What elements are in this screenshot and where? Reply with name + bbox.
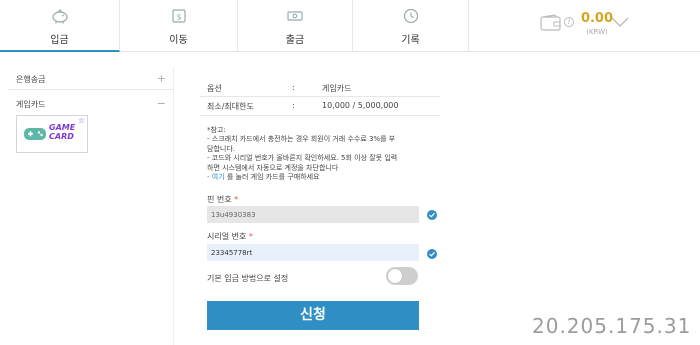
wallet-icon bbox=[540, 14, 561, 31]
serial-label: 시리얼 번호 * bbox=[207, 232, 253, 241]
divider bbox=[200, 96, 440, 97]
tab-withdraw[interactable]: 출금 bbox=[238, 0, 353, 52]
sidebar-item-label: 은행송금 bbox=[16, 75, 46, 84]
tab-label: 기록 bbox=[401, 35, 420, 46]
piggy-bank-icon bbox=[51, 9, 68, 24]
pin-input[interactable] bbox=[207, 206, 419, 223]
chevron-down-icon[interactable] bbox=[611, 16, 629, 28]
toggle-knob bbox=[388, 269, 402, 283]
notice-text: *참고: - 스크래치 카드에서 충전하는 경우 회원이 거래 수수료 3%를 … bbox=[207, 126, 398, 182]
balance-currency: (KRW) bbox=[586, 28, 608, 36]
sidebar-item-game-card[interactable]: 게임카드 − bbox=[16, 97, 166, 110]
tab-label: 출금 bbox=[285, 35, 305, 46]
default-method-toggle[interactable] bbox=[386, 267, 418, 285]
expand-plus-icon[interactable]: + bbox=[157, 72, 166, 85]
serial-valid-check-icon bbox=[427, 249, 437, 259]
tab-transfer[interactable]: $ 이동 bbox=[120, 0, 238, 52]
pin-valid-check-icon bbox=[427, 210, 437, 220]
ip-watermark: 20.205.175.31 bbox=[532, 314, 692, 338]
tab-deposit[interactable]: 입금 bbox=[0, 0, 120, 52]
top-navigation: 입금 $ 이동 출금 기록 i 0.00 (KRW) bbox=[0, 0, 700, 52]
limit-value: 10,000 / 5,000,000 bbox=[322, 101, 399, 110]
tab-label: 이동 bbox=[169, 35, 188, 46]
buy-card-link[interactable]: - 여기 bbox=[207, 173, 225, 181]
balance-dropdown[interactable]: i 0.00 (KRW) bbox=[469, 0, 700, 52]
sidebar-item-label: 게임카드 bbox=[16, 100, 46, 109]
tab-history[interactable]: 기록 bbox=[353, 0, 469, 52]
gamepad-icon bbox=[24, 128, 46, 140]
cash-withdraw-icon bbox=[287, 11, 303, 21]
game-card-option[interactable]: GAME CARD ☆ bbox=[16, 115, 88, 153]
option-value: 게임카드 bbox=[322, 84, 352, 93]
divider bbox=[8, 89, 174, 90]
default-method-label: 기본 입금 방법으로 설정 bbox=[207, 274, 289, 283]
game-card-logo-text: GAME CARD bbox=[49, 123, 76, 141]
collapse-minus-icon[interactable]: − bbox=[157, 97, 166, 110]
sidebar-item-bank-transfer[interactable]: 은행송금 + bbox=[16, 72, 166, 85]
svg-text:$: $ bbox=[176, 13, 181, 22]
star-icon: ☆ bbox=[77, 116, 85, 125]
tab-label: 입금 bbox=[50, 35, 69, 46]
divider bbox=[200, 115, 440, 116]
serial-input[interactable] bbox=[207, 244, 419, 261]
info-icon[interactable]: i bbox=[564, 17, 574, 27]
history-clock-icon bbox=[403, 8, 418, 24]
money-transfer-icon: $ bbox=[171, 9, 186, 23]
submit-button[interactable]: 신청 bbox=[207, 301, 419, 330]
deposit-method-sidebar: 은행송금 + 게임카드 − GAME CARD ☆ bbox=[8, 67, 174, 345]
pin-label: 핀 번호 * bbox=[207, 195, 239, 204]
